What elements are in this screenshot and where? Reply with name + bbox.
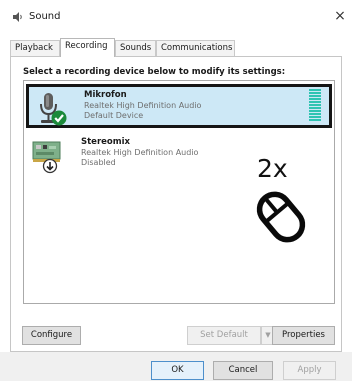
properties-button[interactable]: Properties <box>272 326 335 345</box>
sound-card-icon <box>32 141 61 174</box>
set-default-button[interactable]: Set Default <box>187 326 261 345</box>
tab-recording[interactable]: Recording <box>60 38 115 57</box>
device-name: Mikrofon <box>84 90 127 100</box>
microphone-icon <box>40 93 67 126</box>
level-meter <box>309 89 321 121</box>
instruction-text: Select a recording device below to modif… <box>23 67 286 77</box>
tab-communications[interactable]: Communications <box>156 40 235 56</box>
device-status: Disabled <box>81 158 116 167</box>
device-item-mikrofon[interactable]: Mikrofon Realtek High Definition Audio D… <box>26 84 332 128</box>
ok-button[interactable]: OK <box>151 361 204 380</box>
window-title: Sound <box>29 11 61 22</box>
tab-playback[interactable]: Playback <box>10 40 60 56</box>
tab-strip: Playback Recording Sounds Communications <box>10 38 340 57</box>
default-check-icon <box>51 110 67 126</box>
cancel-button[interactable]: Cancel <box>213 361 273 380</box>
double-click-label: 2x <box>257 154 288 183</box>
tab-sounds[interactable]: Sounds <box>115 40 156 56</box>
device-driver: Realtek High Definition Audio <box>84 101 202 110</box>
apply-button[interactable]: Apply <box>283 361 336 380</box>
configure-button[interactable]: Configure <box>22 326 81 345</box>
close-button[interactable]: × <box>332 7 348 25</box>
mouse-icon <box>256 191 306 243</box>
speaker-icon <box>13 12 22 22</box>
device-name: Stereomix <box>81 137 130 147</box>
title-bar: Sound × <box>0 0 352 33</box>
device-driver: Realtek High Definition Audio <box>81 148 199 157</box>
device-status: Default Device <box>84 111 144 120</box>
